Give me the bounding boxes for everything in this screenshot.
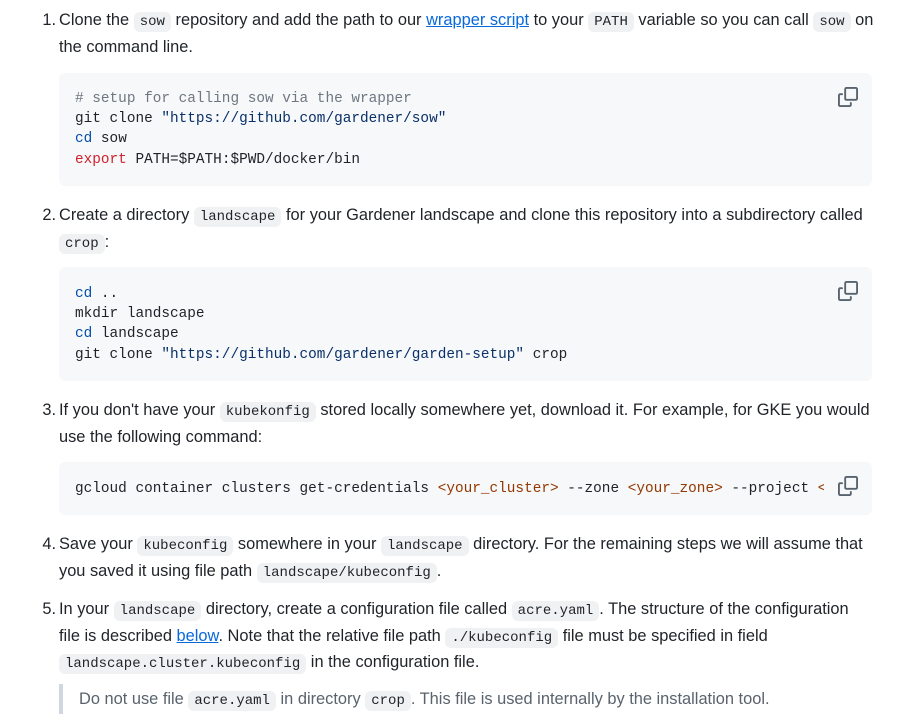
step-2-text: Create a directory landscape for your Ga…	[59, 203, 874, 256]
inline-code-crop: crop	[59, 233, 105, 254]
inline-code-kubeconfig-relative: ./kubeconfig	[445, 627, 559, 648]
code-token: crop	[524, 346, 568, 363]
step-2-text-part: Create a directory	[59, 206, 194, 224]
inline-code-crop: crop	[365, 691, 411, 711]
step-1-text-part: variable so you can call	[633, 11, 814, 29]
step-4-text-part: Save your	[59, 535, 138, 553]
note-text-part: Do not use file	[79, 690, 189, 708]
code-token: --project	[722, 481, 818, 497]
step-2-number: 2.	[42, 206, 56, 224]
wrapper-script-link[interactable]: wrapper script	[426, 11, 529, 29]
note-text-part: in directory	[275, 690, 366, 708]
copy-icon[interactable]	[838, 476, 858, 496]
readme-content: 1. Clone the sow repository and add the …	[0, 0, 899, 724]
step-1-text-part: repository and add the path to our	[170, 11, 427, 29]
code-operator: >	[549, 481, 559, 497]
code-token: --zone	[558, 481, 628, 497]
step-1-text-part: to your	[529, 11, 589, 29]
code-operator: <	[817, 481, 824, 497]
inline-code-acre-yaml: acre.yaml	[511, 601, 600, 621]
step-1-text-part: Clone the	[59, 11, 134, 29]
inline-code-kubekonfig: kubekonfig	[219, 402, 316, 422]
inline-code-field-path: landscape.cluster.kubeconfig	[59, 654, 307, 674]
code-keyword: cd	[75, 131, 93, 148]
copy-icon[interactable]	[838, 281, 858, 301]
step-5-text-part: file must be specified in field	[558, 626, 768, 645]
step-5-text: In your landscape directory, create a co…	[59, 597, 874, 677]
code-token: ..	[92, 286, 119, 302]
step-4-text-part: .	[436, 561, 442, 580]
inline-code-path: PATH	[588, 12, 634, 32]
code-block-clone-garden-setup: cd .. mkdir landscape cd landscape git c…	[59, 267, 872, 381]
step-5-text-part: In your	[59, 600, 114, 618]
code-token: mkdir landscape	[75, 306, 205, 323]
step-2-text-part: for your Gardener landscape and clone th…	[281, 206, 863, 224]
note-blockquote: Do not use file acre.yaml in directory c…	[59, 684, 894, 714]
inline-code-sow: sow	[133, 12, 171, 32]
code-keyword: cd	[75, 286, 93, 302]
code-token: git clone	[75, 111, 162, 128]
step-4-text-part: somewhere in your	[233, 535, 381, 553]
step-3-number: 3.	[42, 401, 56, 419]
step-5-text-part: directory, create a configuration file c…	[201, 600, 512, 618]
inline-code-sow: sow	[813, 12, 851, 32]
step-3-text-part: If you don't have your	[59, 401, 220, 419]
inline-code-landscape: landscape	[193, 207, 282, 227]
code-comment: # setup for calling sow via the wrapper	[75, 91, 412, 107]
note-text: Do not use file acre.yaml in directory c…	[79, 690, 770, 711]
step-5-number: 5.	[42, 600, 56, 618]
code-placeholder: your_cluster	[446, 481, 550, 497]
code-string: "https://github.com/gardener/garden-setu…	[161, 346, 525, 363]
code-string: "https://github.com/gardener/sow"	[161, 111, 447, 128]
code-block-setup-sow: # setup for calling sow via the wrapper …	[59, 73, 872, 186]
inline-code-landscape: landscape	[380, 536, 469, 556]
note-text-part: . This file is used internally by the in…	[410, 690, 770, 708]
code-token: git clone	[75, 346, 162, 363]
code-token: landscape	[92, 326, 179, 343]
step-5-text-part: in the configuration file.	[306, 653, 480, 671]
step-2-text-part: :	[104, 232, 110, 251]
code-token: sow	[92, 131, 127, 148]
code-keyword: export	[75, 151, 127, 168]
code-token: PATH=$PATH:$PWD/docker/bin	[126, 151, 360, 168]
code-block-content: gcloud container clusters get-credential…	[75, 479, 824, 499]
inline-code-acre-yaml: acre.yaml	[188, 691, 276, 711]
code-token: gcloud container clusters get-credential…	[75, 481, 438, 497]
code-keyword: cd	[75, 326, 93, 343]
inline-code-kubeconfig-path: landscape/kubeconfig	[256, 562, 437, 583]
inline-code-landscape: landscape	[113, 601, 202, 621]
step-1-text: Clone the sow repository and add the pat…	[59, 8, 874, 59]
code-placeholder: your_zone	[636, 481, 715, 497]
copy-icon[interactable]	[838, 87, 858, 107]
code-block-gcloud: gcloud container clusters get-credential…	[59, 462, 872, 515]
code-block-content: cd .. mkdir landscape cd landscape git c…	[75, 284, 824, 365]
below-link[interactable]: below	[177, 627, 219, 645]
step-3-text: If you don't have your kubekonfig stored…	[59, 398, 874, 449]
inline-code-kubeconfig: kubeconfig	[137, 536, 234, 556]
step-1-number: 1.	[42, 11, 56, 29]
code-operator: >	[714, 481, 723, 497]
code-block-content: # setup for calling sow via the wrapper …	[75, 89, 824, 170]
step-4-text: Save your kubeconfig somewhere in your l…	[59, 532, 874, 585]
step-4-number: 4.	[42, 535, 56, 553]
step-5-text-part: . Note that the relative file path	[218, 626, 446, 645]
